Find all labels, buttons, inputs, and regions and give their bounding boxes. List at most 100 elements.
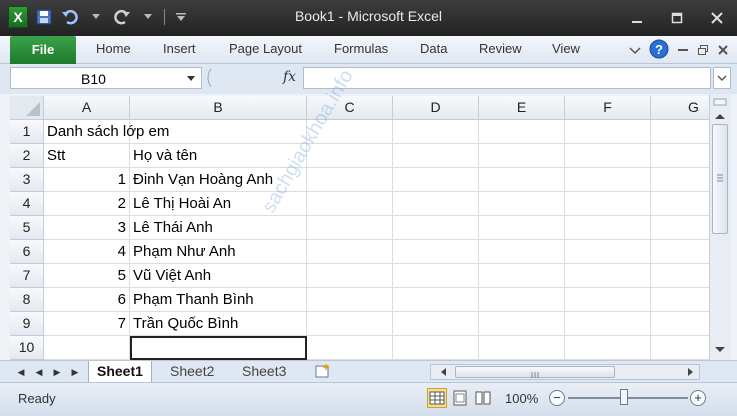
cell-b[interactable]: Vũ Việt Anh xyxy=(130,264,307,288)
column-header-d[interactable]: D xyxy=(393,96,479,120)
scroll-up-icon[interactable] xyxy=(710,110,730,122)
scroll-left-icon[interactable] xyxy=(437,365,451,379)
cell-a[interactable] xyxy=(44,336,130,360)
close-button[interactable] xyxy=(697,0,737,36)
table-cell[interactable] xyxy=(393,264,479,288)
cell-a[interactable]: Danh sách lớp em xyxy=(44,120,169,144)
table-cell[interactable] xyxy=(393,120,479,144)
zoom-slider-track[interactable] xyxy=(568,397,688,399)
row-header[interactable]: 5 xyxy=(10,216,44,240)
minimize-ribbon-icon[interactable] xyxy=(629,43,641,61)
maximize-button[interactable] xyxy=(657,0,697,36)
table-cell[interactable] xyxy=(307,288,393,312)
cell-a[interactable]: 7 xyxy=(44,312,130,336)
column-header-b[interactable]: B xyxy=(130,96,307,120)
table-cell[interactable] xyxy=(393,216,479,240)
column-header-a[interactable]: A xyxy=(44,96,130,120)
row-header[interactable]: 6 xyxy=(10,240,44,264)
tab-page-layout[interactable]: Page Layout xyxy=(229,36,302,64)
scroll-down-icon[interactable] xyxy=(710,344,730,356)
column-header-g[interactable]: G xyxy=(651,96,709,120)
table-cell[interactable] xyxy=(393,168,479,192)
table-cell[interactable] xyxy=(307,240,393,264)
name-box-dropdown-icon[interactable] xyxy=(187,76,195,81)
normal-view-button[interactable] xyxy=(427,388,447,408)
row-header[interactable]: 3 xyxy=(10,168,44,192)
cell-b[interactable]: Phạm Thanh Bình xyxy=(130,288,307,312)
table-cell[interactable] xyxy=(565,216,651,240)
table-cell[interactable] xyxy=(307,336,393,360)
table-cell[interactable] xyxy=(479,312,565,336)
scroll-right-icon[interactable] xyxy=(683,365,697,379)
table-cell[interactable] xyxy=(307,168,393,192)
table-cell[interactable] xyxy=(651,192,709,216)
vertical-scroll-thumb[interactable] xyxy=(712,124,728,234)
split-box-icon[interactable] xyxy=(710,96,730,110)
table-cell[interactable] xyxy=(393,312,479,336)
table-cell[interactable] xyxy=(565,168,651,192)
sheet-tab-sheet2[interactable]: Sheet2 xyxy=(162,361,222,383)
tab-home[interactable]: Home xyxy=(96,36,131,64)
table-cell[interactable] xyxy=(479,168,565,192)
table-cell[interactable] xyxy=(479,288,565,312)
tab-review[interactable]: Review xyxy=(479,36,522,64)
tab-insert[interactable]: Insert xyxy=(163,36,196,64)
table-cell[interactable] xyxy=(651,264,709,288)
table-cell[interactable] xyxy=(479,264,565,288)
table-cell[interactable] xyxy=(307,312,393,336)
table-cell[interactable] xyxy=(565,120,651,144)
sheet-tab-sheet3[interactable]: Sheet3 xyxy=(234,361,294,383)
table-cell[interactable] xyxy=(479,120,565,144)
help-icon[interactable]: ? xyxy=(649,39,669,64)
zoom-level[interactable]: 100% xyxy=(505,391,538,406)
tab-view[interactable]: View xyxy=(552,36,580,64)
table-cell[interactable] xyxy=(651,288,709,312)
horizontal-scrollbar[interactable] xyxy=(430,364,700,380)
table-cell[interactable] xyxy=(393,240,479,264)
table-cell[interactable] xyxy=(307,216,393,240)
page-layout-view-button[interactable] xyxy=(450,388,470,408)
vertical-scrollbar[interactable] xyxy=(709,94,731,360)
table-cell[interactable] xyxy=(479,192,565,216)
table-cell[interactable] xyxy=(565,288,651,312)
cell-b[interactable]: Lê Thái Anh xyxy=(130,216,307,240)
table-cell[interactable] xyxy=(651,240,709,264)
tab-formulas[interactable]: Formulas xyxy=(334,36,388,64)
table-cell[interactable] xyxy=(651,168,709,192)
table-cell[interactable] xyxy=(393,192,479,216)
table-cell[interactable] xyxy=(307,192,393,216)
expand-formula-bar-button[interactable] xyxy=(713,67,731,89)
horizontal-scroll-thumb[interactable] xyxy=(455,366,615,378)
table-cell[interactable] xyxy=(479,240,565,264)
select-all-corner[interactable] xyxy=(10,96,44,120)
row-header[interactable]: 4 xyxy=(10,192,44,216)
zoom-slider-thumb[interactable] xyxy=(620,389,628,405)
insert-function-button[interactable]: fx xyxy=(283,69,296,85)
formula-input[interactable] xyxy=(303,67,711,89)
name-box[interactable]: B10 xyxy=(10,67,202,89)
cell-a[interactable]: 1 xyxy=(44,168,130,192)
cell-b[interactable]: Phạm Như Anh xyxy=(130,240,307,264)
table-cell[interactable] xyxy=(479,216,565,240)
cell-a[interactable]: 6 xyxy=(44,288,130,312)
cell-b[interactable]: Trần Quốc Bình xyxy=(130,312,307,336)
cell-a[interactable]: 4 xyxy=(44,240,130,264)
zoom-in-button[interactable]: + xyxy=(690,390,706,406)
table-cell[interactable] xyxy=(307,264,393,288)
page-break-preview-button[interactable] xyxy=(473,388,493,408)
cell-a[interactable]: Stt xyxy=(44,144,130,168)
sheet-tab-sheet1[interactable]: Sheet1 xyxy=(88,361,152,383)
minimize-button[interactable] xyxy=(617,0,657,36)
table-cell[interactable] xyxy=(479,144,565,168)
table-cell[interactable] xyxy=(565,240,651,264)
row-header[interactable]: 2 xyxy=(10,144,44,168)
workbook-close-icon[interactable] xyxy=(717,43,729,61)
table-cell[interactable] xyxy=(565,192,651,216)
table-cell[interactable] xyxy=(565,336,651,360)
column-header-f[interactable]: F xyxy=(565,96,651,120)
row-header[interactable]: 10 xyxy=(10,336,44,360)
table-cell[interactable] xyxy=(651,144,709,168)
last-sheet-icon[interactable]: ▶ xyxy=(68,365,82,379)
cell-b[interactable] xyxy=(130,120,307,144)
table-cell[interactable] xyxy=(565,312,651,336)
